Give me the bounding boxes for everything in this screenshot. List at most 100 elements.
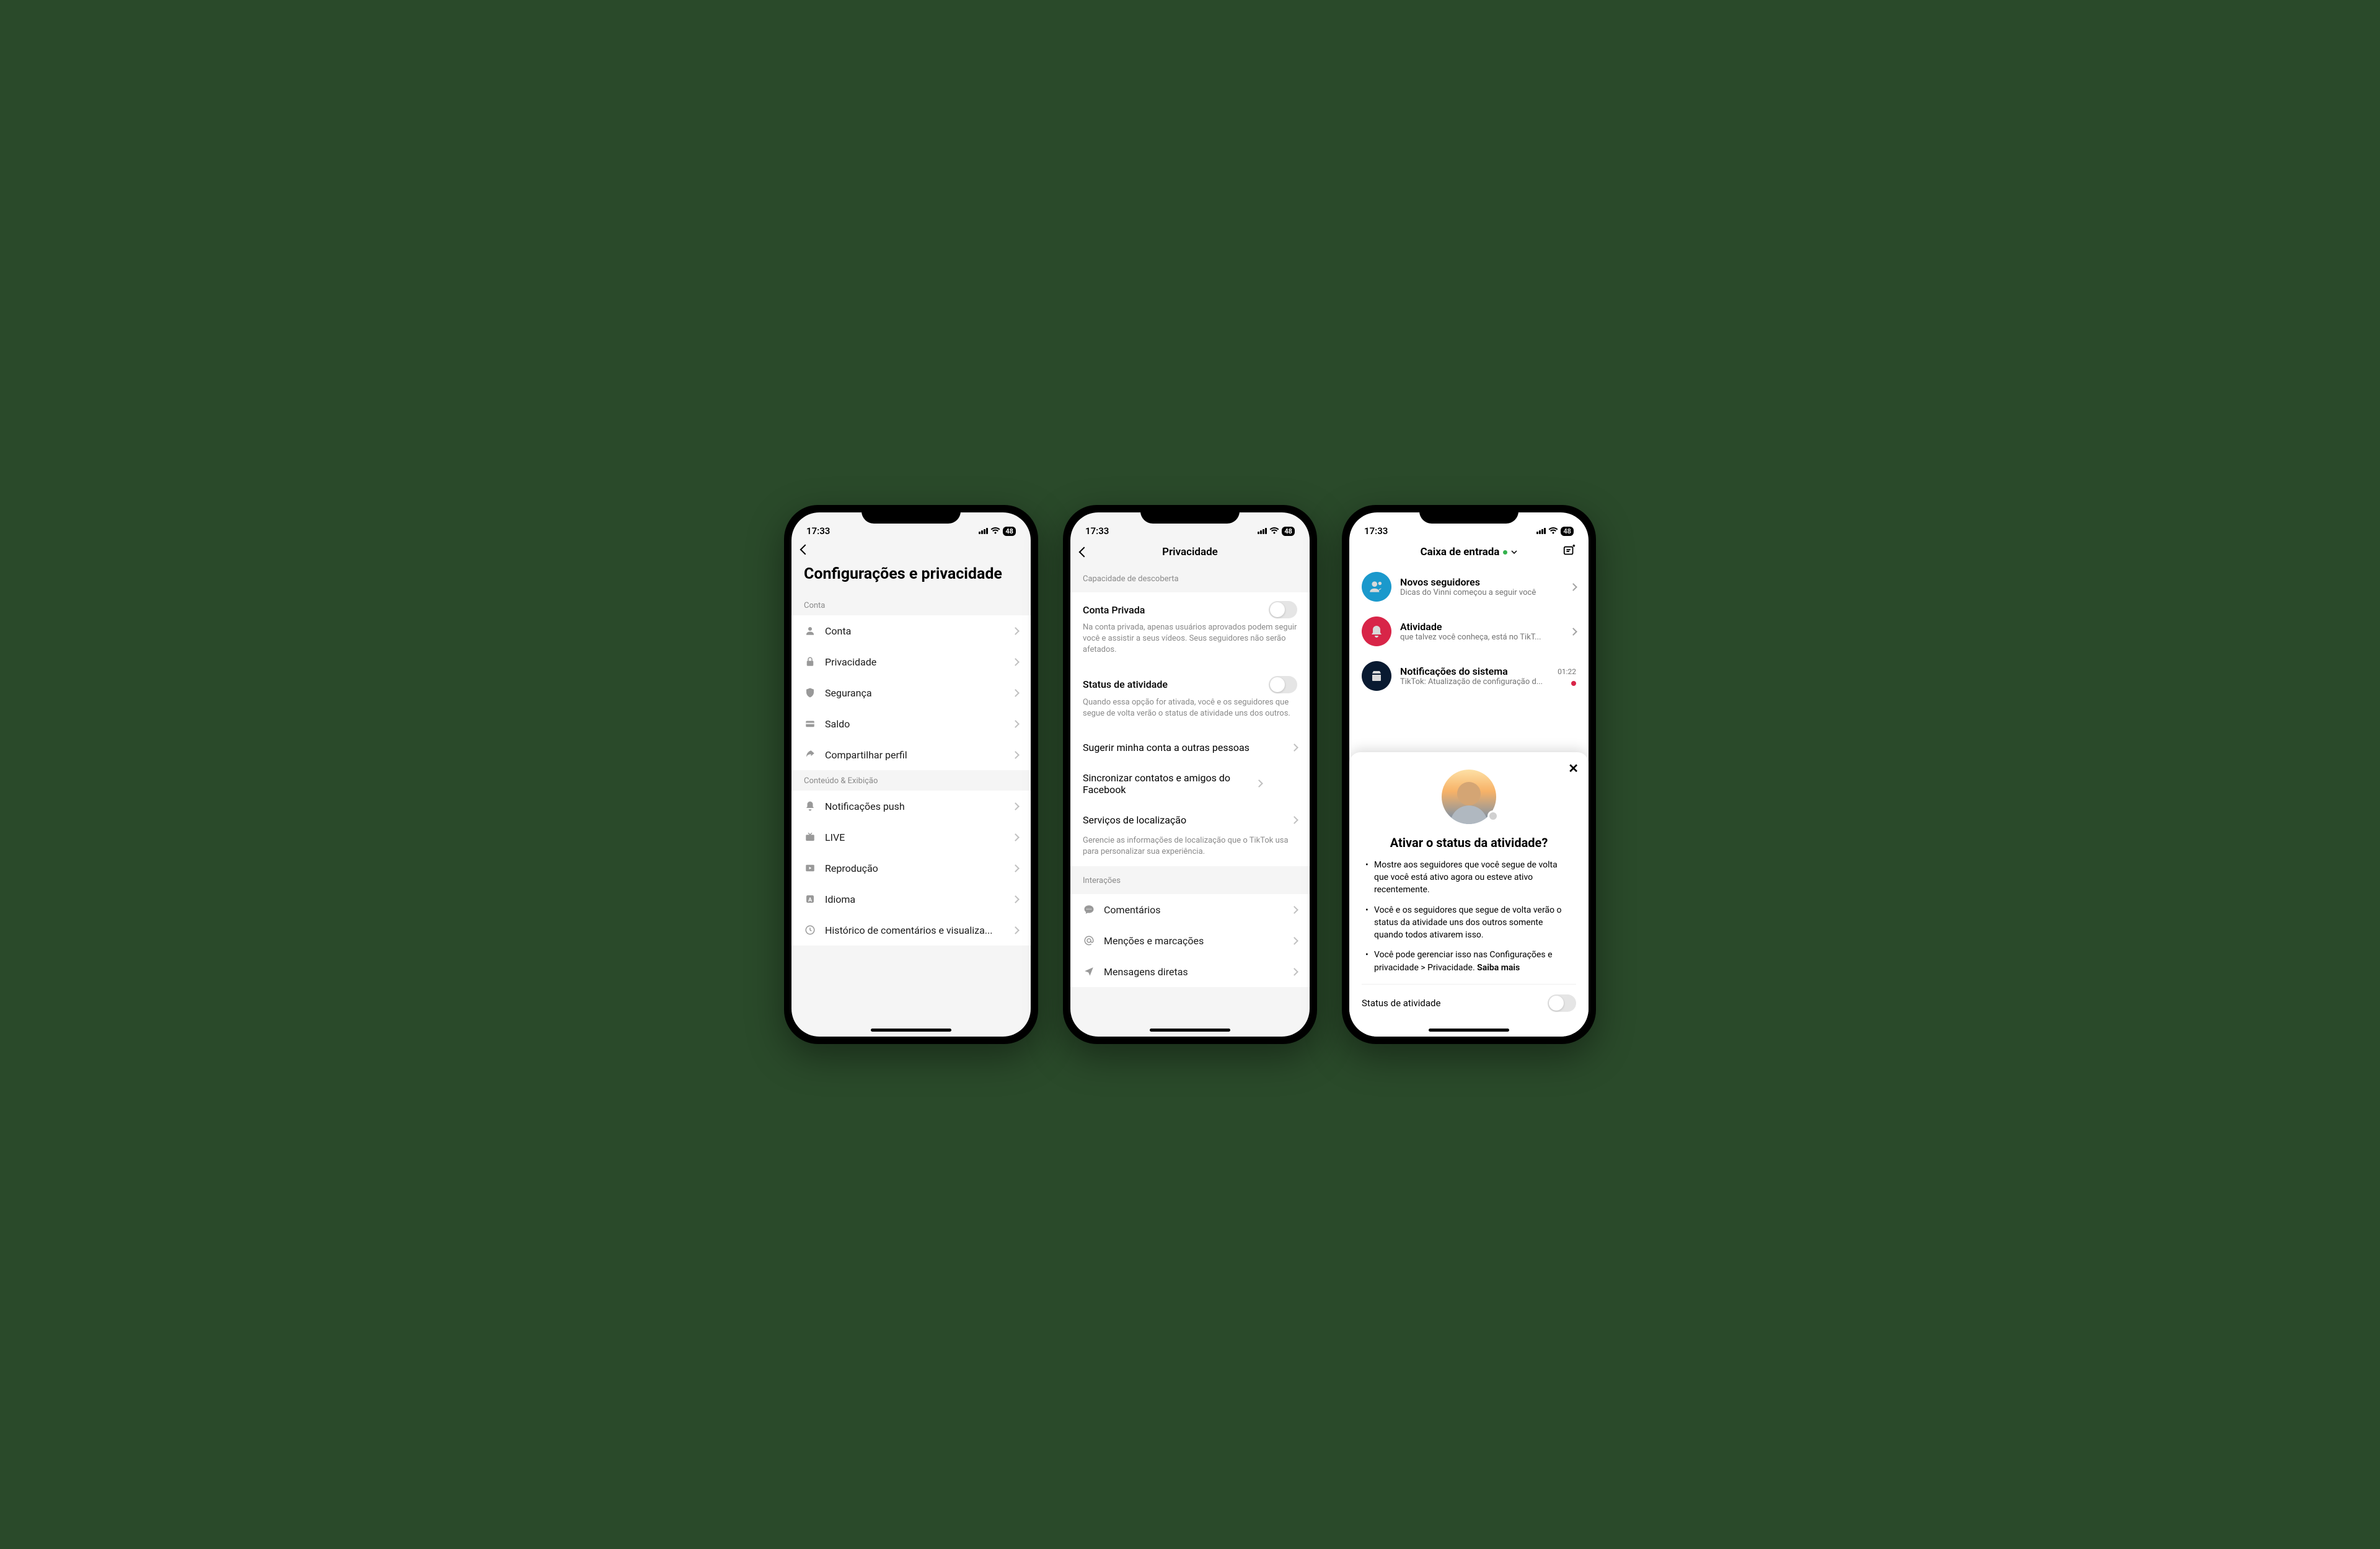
row-label: Notificações push	[825, 801, 1004, 812]
chevron-right-icon	[1011, 658, 1020, 666]
row-account[interactable]: Conta	[791, 615, 1031, 646]
row-push[interactable]: Notificações push	[791, 791, 1031, 822]
chevron-right-icon	[1011, 864, 1020, 872]
chevron-right-icon	[1290, 744, 1298, 752]
bullet: Mostre aos seguidores que você segue de …	[1365, 859, 1572, 897]
chevron-right-icon	[1011, 926, 1020, 934]
row-label: LIVE	[825, 832, 1004, 843]
svg-text:A: A	[808, 897, 813, 903]
toggle-label: Conta Privada	[1083, 604, 1145, 616]
screen-settings: 17:33 48 Configurações e privacidade Con…	[791, 512, 1031, 1037]
learn-more-link[interactable]: Saiba mais	[1477, 963, 1520, 973]
bell-icon	[804, 800, 816, 812]
toggle-private-account: Conta Privada Na conta privada, apenas u…	[1070, 592, 1310, 665]
unread-dot-icon	[1571, 681, 1576, 686]
inbox-row-followers[interactable]: Novos seguidores Dicas do Vinni começou …	[1349, 564, 1589, 609]
inbox-text: Novos seguidores Dicas do Vinni começou …	[1400, 576, 1562, 597]
toggle-switch[interactable]	[1269, 676, 1297, 693]
row-dm[interactable]: Mensagens diretas	[1070, 956, 1310, 987]
dimmed-background: 17:33 48 Caixa de entrada	[1349, 512, 1589, 698]
chevron-right-icon	[1290, 816, 1298, 824]
row-comments[interactable]: Comentários	[1070, 894, 1310, 925]
inbox-row-title: Atividade	[1400, 621, 1562, 633]
row-balance[interactable]: Saldo	[791, 708, 1031, 739]
home-indicator[interactable]	[1429, 1029, 1509, 1032]
compose-button[interactable]	[1562, 544, 1576, 561]
notch	[1140, 505, 1240, 524]
back-button[interactable]	[800, 545, 811, 555]
row-privacy[interactable]: Privacidade	[791, 646, 1031, 677]
wifi-icon	[1548, 527, 1558, 535]
row-live[interactable]: LIVE	[791, 822, 1031, 853]
row-location[interactable]: Serviços de localização	[1070, 805, 1310, 835]
inbox-row-title: Notificações do sistema	[1400, 665, 1508, 677]
battery-icon: 48	[1282, 527, 1295, 536]
phone-privacy: 17:33 48 Privacidade Capacidade de desco…	[1063, 505, 1317, 1044]
sheet-bullets: Mostre aos seguidores que você segue de …	[1362, 859, 1576, 974]
screen-privacy: 17:33 48 Privacidade Capacidade de desco…	[1070, 512, 1310, 1037]
home-indicator[interactable]	[871, 1029, 951, 1032]
notch	[1419, 505, 1518, 524]
toggle-switch[interactable]	[1548, 994, 1576, 1012]
sheet-title: Ativar o status da atividade?	[1362, 835, 1576, 850]
chevron-right-icon	[1569, 628, 1577, 636]
inbox-title-text: Caixa de entrada	[1421, 546, 1500, 558]
row-suggest-account[interactable]: Sugerir minha conta a outras pessoas	[1070, 728, 1310, 763]
share-icon	[804, 748, 816, 761]
toggle-activity-status: Status de atividade Quando essa opção fo…	[1070, 665, 1310, 728]
status-time: 17:33	[806, 525, 830, 537]
home-indicator[interactable]	[1150, 1029, 1230, 1032]
clock-icon	[804, 924, 816, 936]
section-header-account: Conta	[791, 595, 1031, 615]
inbox-text: Notificações do sistema 01:22 TikTok: At…	[1400, 665, 1576, 687]
activity-status-sheet: ✕ Ativar o status da atividade? Mostre a…	[1349, 752, 1589, 1037]
at-icon	[1083, 934, 1095, 947]
row-label: Privacidade	[825, 656, 1004, 668]
row-label: Segurança	[825, 687, 1004, 699]
row-security[interactable]: Segurança	[791, 677, 1031, 708]
phone-settings: 17:33 48 Configurações e privacidade Con…	[784, 505, 1038, 1044]
inbox-row-title: Novos seguidores	[1400, 576, 1562, 588]
user-icon	[804, 625, 816, 637]
row-label: Idioma	[825, 893, 1004, 905]
row-language[interactable]: A Idioma	[791, 884, 1031, 915]
status-right: 48	[1258, 527, 1295, 536]
row-label: Comentários	[1104, 904, 1283, 916]
sheet-toggle-row: Status de atividade	[1362, 984, 1576, 1012]
wallet-icon	[804, 717, 816, 730]
chevron-right-icon	[1290, 968, 1298, 976]
live-icon	[804, 831, 816, 843]
language-icon: A	[804, 893, 816, 905]
location-desc: Gerencie as informações de localização q…	[1070, 835, 1310, 866]
section-interactions: Interações	[1070, 866, 1310, 894]
wifi-icon	[990, 527, 1000, 535]
row-history[interactable]: Histórico de comentários e visualiza...	[791, 915, 1031, 946]
battery-icon: 48	[1561, 527, 1574, 536]
row-sync-contacts[interactable]: Sincronizar contatos e amigos do Faceboo…	[1070, 763, 1310, 805]
inbox-row-sub: Dicas do Vinni começou a seguir você	[1400, 588, 1562, 597]
chevron-right-icon	[1290, 906, 1298, 914]
nav-title: Privacidade	[1162, 546, 1218, 558]
row-label: Serviços de localização	[1083, 814, 1292, 826]
chevron-right-icon	[1255, 780, 1263, 788]
section-header-content: Conteúdo & Exibição	[791, 770, 1031, 791]
toggle-switch[interactable]	[1269, 601, 1297, 618]
play-icon	[804, 862, 816, 874]
online-dot-icon	[1503, 550, 1507, 555]
chevron-right-icon	[1011, 627, 1020, 635]
toggle-desc: Quando essa opção for ativada, você e os…	[1083, 697, 1297, 719]
inbox-time: 01:22	[1558, 667, 1576, 676]
inbox-row-system[interactable]: Notificações do sistema 01:22 TikTok: At…	[1349, 654, 1589, 698]
row-playback[interactable]: Reprodução	[791, 853, 1031, 884]
back-button[interactable]	[1079, 547, 1090, 558]
chevron-right-icon	[1011, 802, 1020, 810]
row-label: Histórico de comentários e visualiza...	[825, 924, 1004, 936]
row-share-profile[interactable]: Compartilhar perfil	[791, 739, 1031, 770]
row-mentions[interactable]: Menções e marcações	[1070, 925, 1310, 956]
inbox-title[interactable]: Caixa de entrada	[1421, 546, 1518, 558]
row-label: Compartilhar perfil	[825, 749, 1004, 761]
activity-icon	[1362, 617, 1391, 646]
inbox-row-activity[interactable]: Atividade que talvez você conheça, está …	[1349, 609, 1589, 654]
page-title: Configurações e privacidade	[791, 559, 1031, 595]
close-button[interactable]: ✕	[1568, 761, 1579, 776]
